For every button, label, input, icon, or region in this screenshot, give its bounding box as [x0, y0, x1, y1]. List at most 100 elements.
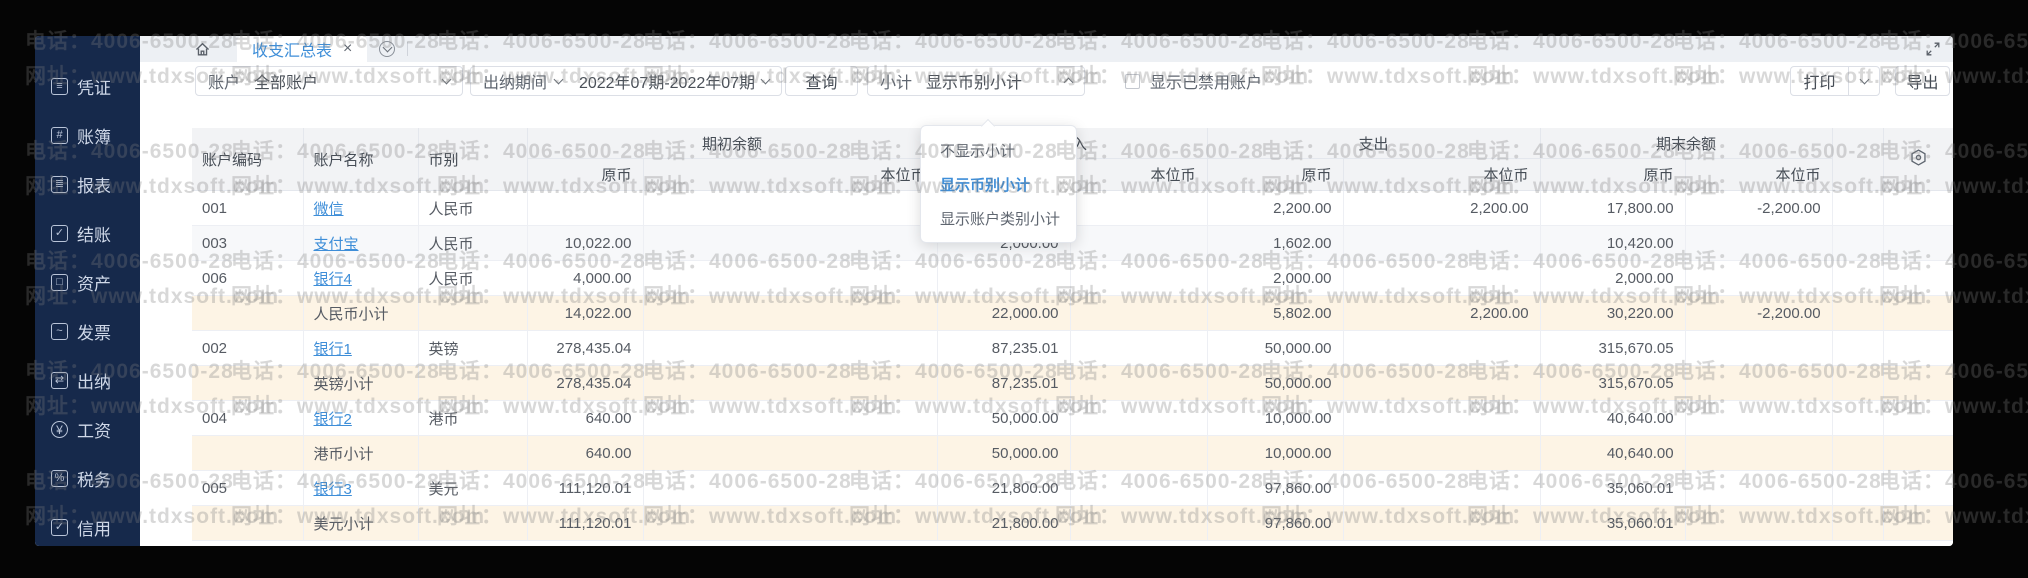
amount-cell	[1343, 226, 1540, 261]
sidebar-item-cashier[interactable]: ⇄出纳	[35, 356, 140, 405]
sidebar-item-ledger[interactable]: #账簿	[35, 111, 140, 160]
tab-label: 收支汇总表	[252, 37, 332, 61]
subcol-expense-base: 本位币	[1343, 159, 1540, 191]
amount-cell	[1070, 436, 1207, 471]
cashier-icon: ⇄	[51, 372, 68, 389]
sidebar-item-label: 发票	[77, 319, 111, 344]
amount-cell: 17,800.00	[1540, 191, 1685, 226]
credit-icon: ✓	[51, 519, 68, 536]
sidebar-item-salary[interactable]: ¥工资	[35, 405, 140, 454]
sidebar-item-label: 税务	[77, 466, 111, 491]
amount-cell	[1343, 366, 1540, 401]
amount-cell: 278,435.04	[527, 366, 643, 401]
gear-icon[interactable]	[1909, 148, 1928, 167]
dropdown-item-3[interactable]: 显示账户类别小计	[921, 201, 1076, 235]
currency-cell: 港币	[418, 401, 527, 436]
fullscreen-icon[interactable]	[1926, 42, 1940, 56]
period-select[interactable]: 出纳期间 2022年07期-2022年07期	[470, 66, 782, 96]
amount-cell	[1070, 471, 1207, 506]
account-name-link[interactable]: 银行1	[314, 341, 352, 358]
account-code-cell: 005	[192, 471, 303, 506]
amount-cell	[1685, 261, 1832, 296]
sidebar-item-voucher[interactable]: ≡凭证	[35, 62, 140, 111]
account-name-link[interactable]: 支付宝	[314, 236, 359, 253]
subtotal-select[interactable]: 小计 显示币别小计	[867, 66, 1085, 96]
amount-cell	[1070, 261, 1207, 296]
account-select-value: 全部账户	[254, 69, 443, 93]
settings-column-cell	[1883, 436, 1953, 471]
amount-cell: 50,000.00	[937, 436, 1070, 471]
filler-cell	[1832, 226, 1883, 261]
amount-cell: 111,120.01	[527, 506, 643, 541]
dropdown-item-1[interactable]: 不显示小计	[921, 133, 1076, 167]
account-name-cell: 银行2	[303, 401, 418, 436]
subtotal-label-cell: 港币小计	[303, 436, 418, 471]
report-icon: ≣	[51, 176, 68, 193]
subtotal-row: 英镑小计278,435.0487,235.0150,000.00315,670.…	[192, 366, 1953, 401]
subtotal-label-cell: 人民币小计	[303, 296, 418, 331]
show-disabled-checkbox[interactable]	[1125, 74, 1140, 89]
print-button[interactable]: 打印	[1791, 69, 1848, 93]
account-name-link[interactable]: 银行4	[314, 271, 352, 288]
home-icon[interactable]	[194, 41, 211, 58]
account-code-cell: 006	[192, 261, 303, 296]
amount-cell: 111,120.01	[527, 471, 643, 506]
amount-cell	[643, 471, 937, 506]
account-row: 002银行1英镑278,435.0487,235.0150,000.00315,…	[192, 331, 1953, 366]
account-select[interactable]: 账户 全部账户	[195, 66, 463, 96]
invoice-icon: ~	[51, 323, 68, 340]
settings-column-cell	[1883, 401, 1953, 436]
amount-cell: 10,000.00	[1207, 436, 1343, 471]
sidebar-item-label: 报表	[77, 172, 111, 197]
sidebar-item-tax[interactable]: %税务	[35, 454, 140, 503]
account-select-label: 账户	[208, 69, 240, 93]
account-code-cell: 001	[192, 191, 303, 226]
amount-cell: -2,200.00	[1685, 296, 1832, 331]
empty-currency-cell	[418, 296, 527, 331]
tab-income-expense-summary[interactable]: 收支汇总表 ×	[237, 36, 367, 62]
filler-cell	[1832, 471, 1883, 506]
print-options-button[interactable]	[1849, 79, 1879, 83]
sidebar-item-report[interactable]: ≣ 报表	[35, 160, 140, 209]
amount-cell: 315,670.05	[1540, 331, 1685, 366]
currency-cell: 英镑	[418, 331, 527, 366]
empty-currency-cell	[418, 366, 527, 401]
amount-cell: 21,800.00	[937, 471, 1070, 506]
amount-cell	[643, 401, 937, 436]
col-group-expense: 支出	[1207, 128, 1540, 159]
amount-cell	[643, 296, 937, 331]
amount-cell: 40,640.00	[1540, 401, 1685, 436]
account-name-cell: 银行4	[303, 261, 418, 296]
account-name-link[interactable]: 银行3	[314, 481, 352, 498]
account-name-link[interactable]: 银行2	[314, 411, 352, 428]
closing-icon: ✓	[51, 225, 68, 242]
query-button[interactable]: 查询	[785, 66, 858, 96]
sidebar-item-credit[interactable]: ✓信用	[35, 503, 140, 546]
currency-cell: 美元	[418, 471, 527, 506]
amount-cell: 4,000.00	[527, 261, 643, 296]
ledger-icon: #	[51, 127, 68, 144]
sidebar-item-asset[interactable]: □资产	[35, 258, 140, 307]
sidebar-item-invoice[interactable]: ~ 发票	[35, 307, 140, 356]
query-button-label: 查询	[805, 69, 837, 93]
amount-cell	[1070, 401, 1207, 436]
account-name-cell: 微信	[303, 191, 418, 226]
export-button[interactable]: 导出	[1895, 66, 1950, 96]
sidebar-item-label: 结账	[77, 221, 111, 246]
close-icon[interactable]: ×	[343, 41, 352, 57]
sidebar: ≡凭证#账簿≣报表✓结账□资产~发票⇄出纳¥工资%税务✓信用·财税服务	[35, 36, 140, 546]
account-name-link[interactable]: 微信	[314, 201, 344, 218]
amount-cell	[1070, 191, 1207, 226]
dropdown-item-2[interactable]: 显示币别小计	[921, 167, 1076, 201]
show-disabled-accounts-toggle: 显示已禁用账户	[1125, 66, 1262, 96]
amount-cell: 50,000.00	[1207, 366, 1343, 401]
amount-cell	[1685, 366, 1832, 401]
tab-list-chevron-icon[interactable]	[379, 41, 395, 57]
salary-icon: ¥	[51, 421, 68, 438]
subtotal-row: 港币小计640.0050,000.0010,000.0040,640.00	[192, 436, 1953, 471]
amount-cell	[1685, 436, 1832, 471]
app-window: ≡凭证#账簿≣报表✓结账□资产~发票⇄出纳¥工资%税务✓信用·财税服务 收支汇总…	[35, 36, 1953, 546]
amount-cell: 97,860.00	[1207, 506, 1343, 541]
sidebar-item-closing[interactable]: ✓ 结账	[35, 209, 140, 258]
amount-cell	[643, 506, 937, 541]
